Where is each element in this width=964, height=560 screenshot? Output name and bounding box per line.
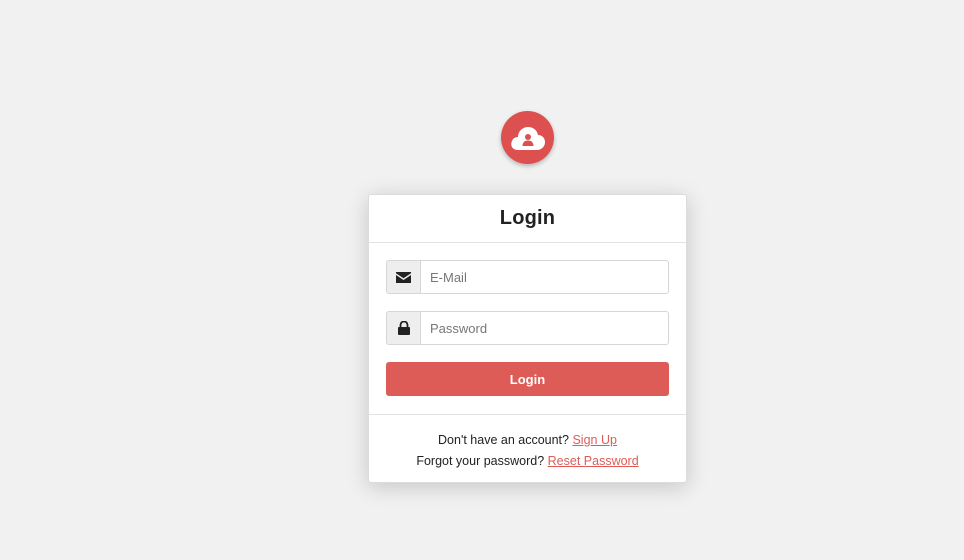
app-logo bbox=[501, 111, 554, 164]
signup-link[interactable]: Sign Up bbox=[572, 433, 616, 447]
reset-password-link[interactable]: Reset Password bbox=[548, 454, 639, 468]
login-button[interactable]: Login bbox=[386, 362, 669, 396]
login-title: Login bbox=[499, 207, 556, 229]
envelope-icon bbox=[396, 271, 411, 283]
login-card-footer: Don't have an account? Sign Up Forgot yo… bbox=[369, 415, 686, 472]
password-addon bbox=[386, 311, 420, 345]
reset-prompt: Forgot your password? bbox=[416, 454, 545, 468]
signup-line: Don't have an account? Sign Up bbox=[369, 430, 686, 451]
password-input-group bbox=[386, 311, 669, 345]
login-form: Login bbox=[369, 243, 686, 415]
reset-line: Forgot your password? Reset Password bbox=[369, 451, 686, 472]
login-card: Login Login Don't have an a bbox=[368, 194, 687, 483]
cloud-user-icon bbox=[510, 126, 545, 150]
email-input-group bbox=[386, 260, 669, 294]
password-field[interactable] bbox=[420, 311, 669, 345]
signup-prompt: Don't have an account? bbox=[438, 433, 569, 447]
lock-icon bbox=[397, 321, 410, 335]
email-field[interactable] bbox=[420, 260, 669, 294]
email-addon bbox=[386, 260, 420, 294]
login-card-header: Login bbox=[369, 195, 686, 243]
